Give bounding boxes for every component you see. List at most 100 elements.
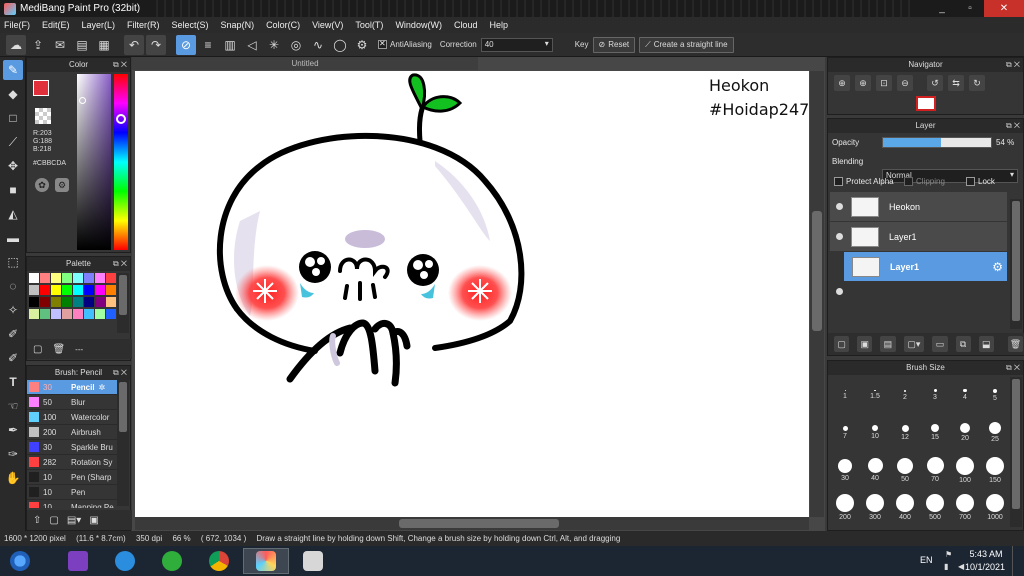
panel-close-icon[interactable]: ⧉ ✕ [1006, 58, 1020, 72]
snap-off-icon[interactable]: ⊘ [176, 34, 196, 55]
share-icon[interactable]: ⇪ [28, 35, 48, 55]
hue-slider[interactable] [114, 74, 128, 250]
menu-snap[interactable]: Snap(N) [221, 20, 255, 30]
panel-close-icon[interactable]: ⧉ ✕ [113, 58, 127, 72]
select-eraser-tool-icon[interactable]: ✐ [3, 348, 23, 368]
taskbar-chrome[interactable] [196, 548, 242, 574]
protect-alpha-checkbox[interactable] [834, 177, 843, 186]
menu-file[interactable]: File(F) [4, 20, 30, 30]
rotate-right-icon[interactable]: ↻ [969, 75, 985, 91]
palette-swatch[interactable] [29, 309, 39, 319]
brush-row[interactable]: 30 Pencil ✲ [27, 380, 117, 395]
close-button[interactable]: ✕ [984, 0, 1024, 17]
brush-row[interactable]: 10 Pen [27, 485, 117, 500]
chat-icon[interactable]: ✉ [50, 35, 70, 55]
palette-swatch[interactable] [51, 309, 61, 319]
page-icon[interactable]: ▦ [94, 35, 114, 55]
brush-settings-icon[interactable]: ▣ [89, 515, 98, 526]
foreground-color-swatch[interactable] [33, 80, 49, 96]
palette-swatch[interactable] [95, 309, 105, 319]
reset-button[interactable]: ⊘ Reset [592, 36, 636, 53]
brush-size-cell[interactable]: 1.5 [860, 377, 890, 413]
grid-snap-icon[interactable]: ▥ [220, 35, 240, 55]
palette-swatch[interactable] [106, 309, 116, 319]
saturation-value-picker[interactable] [77, 74, 111, 250]
brush-row[interactable]: 30 Sparkle Bru [27, 440, 117, 455]
lasso-tool-icon[interactable]: ◌ [3, 276, 23, 296]
menu-layer[interactable]: Layer(L) [82, 20, 116, 30]
brush-size-cell[interactable]: 500 [920, 490, 950, 526]
menu-color[interactable]: Color(C) [266, 20, 300, 30]
create-straight-line-button[interactable]: ⟋ Create a straight line [639, 36, 734, 53]
clipping-option[interactable]: Clipping [904, 177, 945, 186]
pen-tool-icon[interactable]: ✑ [3, 444, 23, 464]
brush-size-cell[interactable]: 50 [890, 452, 920, 488]
palette-swatch[interactable] [95, 285, 105, 295]
undo-icon[interactable]: ↶ [124, 34, 144, 55]
palette-swatch[interactable] [84, 273, 94, 283]
bucket-tool-icon[interactable]: ◭ [3, 204, 23, 224]
palette-swatch[interactable] [95, 297, 105, 307]
brush-stroke-tool-icon[interactable]: ⟋ [3, 132, 23, 152]
brush-scrollbar[interactable] [117, 380, 129, 506]
taskbar-coccoc[interactable] [149, 548, 195, 574]
layer-settings-gear-icon[interactable]: ⚙ [992, 260, 1003, 274]
palette-swatch[interactable] [40, 285, 50, 295]
menu-view[interactable]: View(V) [312, 20, 343, 30]
clock-time[interactable]: 5:43 AM [968, 549, 1004, 559]
panel-close-icon[interactable]: ⧉ ✕ [1006, 119, 1020, 133]
add-layer-menu-icon[interactable]: ▢▾ [903, 336, 925, 352]
brush-size-cell[interactable]: 7 [830, 415, 860, 451]
rotate-left-icon[interactable]: ↺ [927, 75, 943, 91]
new-layer-icon[interactable]: ▢ [834, 336, 850, 352]
palette-swatch[interactable] [84, 285, 94, 295]
concentric-snap-icon[interactable]: ◎ [286, 35, 306, 55]
palette-swatch[interactable] [40, 309, 50, 319]
hand-tool-icon[interactable]: ✋ [3, 468, 23, 488]
brush-size-cell[interactable]: 400 [890, 490, 920, 526]
taskbar-paint[interactable] [290, 548, 336, 574]
opacity-slider[interactable] [882, 137, 992, 148]
brush-row[interactable]: 10 Mapping Pe [27, 500, 117, 508]
transparent-swatch[interactable] [35, 108, 51, 124]
brush-size-cell[interactable]: 100 [950, 452, 980, 488]
brush-size-cell[interactable]: 70 [920, 452, 950, 488]
lock-option[interactable]: Lock [966, 177, 995, 186]
snap-settings-icon[interactable]: ⚙ [352, 35, 372, 55]
brush-row[interactable]: 282 Rotation Sy [27, 455, 117, 470]
select-tool-icon[interactable]: ⬚ [3, 252, 23, 272]
text-tool-icon[interactable]: T [3, 372, 23, 392]
layer-scrollbar[interactable] [1010, 199, 1022, 329]
visibility-icon[interactable] [836, 288, 843, 295]
palette-swatch[interactable] [84, 309, 94, 319]
palette-swatch[interactable] [73, 297, 83, 307]
brush-size-scrollbar[interactable] [1010, 377, 1022, 527]
brush-size-cell[interactable]: 2 [890, 377, 920, 413]
eyedropper-tool-icon[interactable]: ✒ [3, 420, 23, 440]
brush-size-cell[interactable]: 1000 [980, 490, 1010, 526]
zoom-out-icon[interactable]: ⊖ [897, 75, 913, 91]
cloud-icon[interactable]: ☁ [6, 34, 26, 55]
network-icon[interactable]: ▮ [944, 562, 948, 571]
brush-tool-icon[interactable]: ✎ [3, 60, 23, 80]
brush-size-cell[interactable]: 200 [830, 490, 860, 526]
language-indicator[interactable]: EN [920, 555, 933, 565]
brush-size-cell[interactable]: 3 [920, 377, 950, 413]
palette-swatch[interactable] [51, 297, 61, 307]
visibility-icon[interactable] [836, 203, 843, 210]
zoom-in-icon[interactable]: ⊕ [834, 75, 850, 91]
select-pen-tool-icon[interactable]: ✐ [3, 324, 23, 344]
document-tab[interactable]: Untitled [132, 57, 478, 70]
gradient-tool-icon[interactable]: ▬ [3, 228, 23, 248]
brush-size-cell[interactable]: 15 [920, 415, 950, 451]
antialiasing-checkbox[interactable] [378, 39, 387, 49]
taskbar-medibang[interactable] [243, 548, 289, 574]
duplicate-layer-icon[interactable]: ⧉ [955, 336, 971, 352]
brush-size-cell[interactable]: 30 [830, 452, 860, 488]
menu-filter[interactable]: Filter(R) [127, 20, 160, 30]
menu-select[interactable]: Select(S) [172, 20, 209, 30]
add-brush-icon[interactable]: ▢ [49, 515, 58, 526]
palette-swatch[interactable] [29, 273, 39, 283]
circle-snap-icon[interactable]: ◯ [330, 35, 350, 55]
brush-size-cell[interactable]: 12 [890, 415, 920, 451]
